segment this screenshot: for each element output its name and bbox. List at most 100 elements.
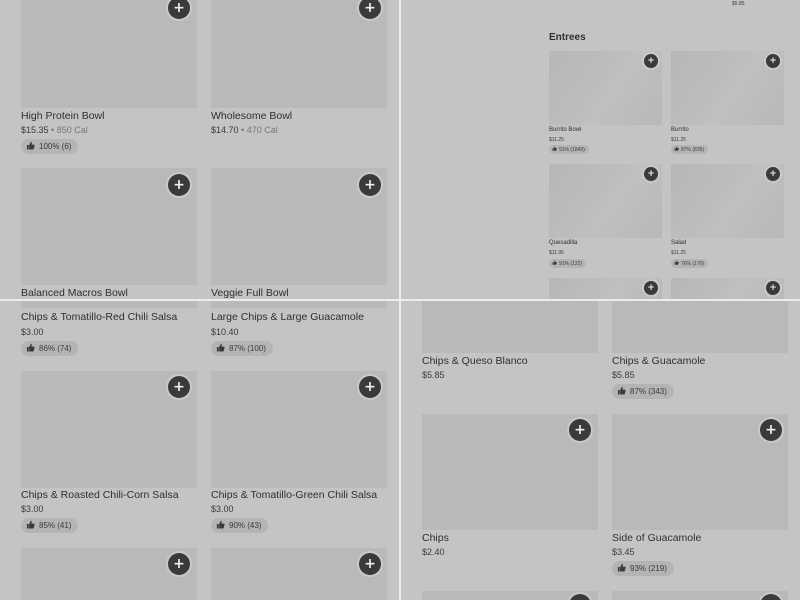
plus-icon: + [574,422,586,438]
top-left-panel: + High Protein Bowl $15.35 • 850 Cal 100… [0,0,399,299]
item-name[interactable]: Chips & Queso Blanco [422,355,528,367]
item-name[interactable]: Balanced Macros Bowl [21,287,128,299]
rating-text: 90% (43) [229,521,262,530]
add-item-button[interactable]: + [644,281,658,295]
plus-icon: + [364,0,376,16]
add-item-button[interactable]: + [359,376,381,398]
item-image[interactable] [211,548,387,600]
plus-icon: + [364,379,376,395]
item-calories: 470 Cal [246,125,278,135]
item-price: $3.00 [21,504,44,514]
add-item-button[interactable]: + [760,419,782,441]
add-item-button[interactable]: + [359,174,381,196]
item-name[interactable]: Veggie Full Bowl [211,287,289,299]
plus-icon: + [364,177,376,193]
add-item-button[interactable]: + [359,553,381,575]
item-image[interactable] [211,0,387,108]
rating-badge: 85% (41) [21,518,79,533]
item-price: $11.25 [671,250,686,256]
item-name[interactable]: Salad [671,240,686,246]
item-name[interactable]: Side of Guacamole [612,532,701,544]
thumbs-up-icon [26,520,35,531]
item-calories: 850 Cal [56,125,88,135]
rating-text: 85% (41) [39,521,72,530]
item-name[interactable]: Wholesome Bowl [211,110,292,122]
rating-badge: 87% (343) [612,384,674,399]
add-item-button[interactable]: + [766,281,780,295]
item-price: $2.40 [422,547,445,557]
item-image[interactable] [21,301,197,308]
rating-text: 93% (219) [630,564,667,573]
horizontal-divider [0,299,800,301]
item-name[interactable]: Chips & Guacamole [612,355,705,367]
item-price: $3.45 [612,547,635,557]
plus-icon: + [647,55,655,66]
plus-icon: + [173,556,185,572]
item-name[interactable]: Chips & Tomatillo-Green Chili Salsa [211,489,377,501]
rating-badge: 91% (122) [549,259,587,268]
item-price: $5.85 [612,370,635,380]
plus-icon: + [173,379,185,395]
item-name[interactable]: Burrito Bowl [549,127,581,133]
top-right-panel: $5.85 Entrees + Burrito Bowl $11.25 91% … [401,0,800,299]
item-price-calories: $15.35 • 850 Cal [21,125,88,135]
thumbs-up-icon [26,141,35,152]
item-price: $5.85 [732,1,745,7]
item-name[interactable]: Large Chips & Large Guacamole [211,311,364,323]
add-item-button[interactable]: + [644,54,658,68]
item-price: $3.00 [21,327,44,337]
item-image[interactable] [211,301,387,308]
item-price: $10.40 [211,327,239,337]
item-name[interactable]: Chips & Tomatillo-Red Chili Salsa [21,311,177,323]
thumbs-up-icon [674,260,679,267]
add-item-button[interactable]: + [569,419,591,441]
rating-text: 86% (74) [39,344,72,353]
rating-badge: 90% (43) [211,518,269,533]
thumbs-up-icon [617,563,626,574]
plus-icon: + [769,55,777,66]
item-image[interactable] [612,301,788,353]
item-price: $11.25 [549,137,564,143]
item-name[interactable]: Quesadilla [549,240,577,246]
rating-badge: 91% (1849) [549,145,589,154]
rating-text: 76% (170) [681,260,705,267]
item-name[interactable]: Chips [422,532,449,544]
item-name[interactable]: High Protein Bowl [21,110,104,122]
plus-icon: + [769,168,777,179]
item-name[interactable]: Chips & Roasted Chili-Corn Salsa [21,489,179,501]
bottom-left-panel: Chips & Tomatillo-Red Chili Salsa $3.00 … [0,301,399,600]
bottom-right-panel: Chips & Queso Blanco $5.85 Chips & Guaca… [401,301,800,600]
add-item-button[interactable]: + [168,174,190,196]
add-item-button[interactable]: + [644,167,658,181]
rating-badge: 87% (100) [211,341,273,356]
thumbs-up-icon [216,343,225,354]
rating-text: 87% (100) [229,344,266,353]
thumbs-up-icon [674,146,679,153]
plus-icon: + [364,556,376,572]
rating-badge: 87% (835) [671,145,709,154]
item-price: $5.85 [422,370,445,380]
thumbs-up-icon [552,260,557,267]
add-item-button[interactable]: + [168,553,190,575]
plus-icon: + [647,168,655,179]
item-price: $14.70 [211,125,239,135]
rating-badge: 100% (6) [21,139,79,154]
item-image[interactable] [21,0,197,108]
rating-badge: 93% (219) [612,561,674,576]
item-price: $11.95 [549,250,564,256]
plus-icon: + [173,0,185,16]
thumbs-up-icon [26,343,35,354]
section-title-entrees: Entrees [549,32,586,43]
add-item-button[interactable]: + [766,54,780,68]
thumbs-up-icon [552,146,557,153]
plus-icon: + [769,282,777,293]
item-name[interactable]: Burrito [671,127,689,133]
thumbs-up-icon [617,386,626,397]
item-price-calories: $14.70 • 470 Cal [211,125,278,135]
add-item-button[interactable]: + [766,167,780,181]
rating-text: 91% (1849) [559,146,585,153]
rating-badge: 86% (74) [21,341,79,356]
item-image[interactable] [422,301,598,353]
add-item-button[interactable]: + [168,376,190,398]
rating-text: 91% (122) [559,260,583,267]
